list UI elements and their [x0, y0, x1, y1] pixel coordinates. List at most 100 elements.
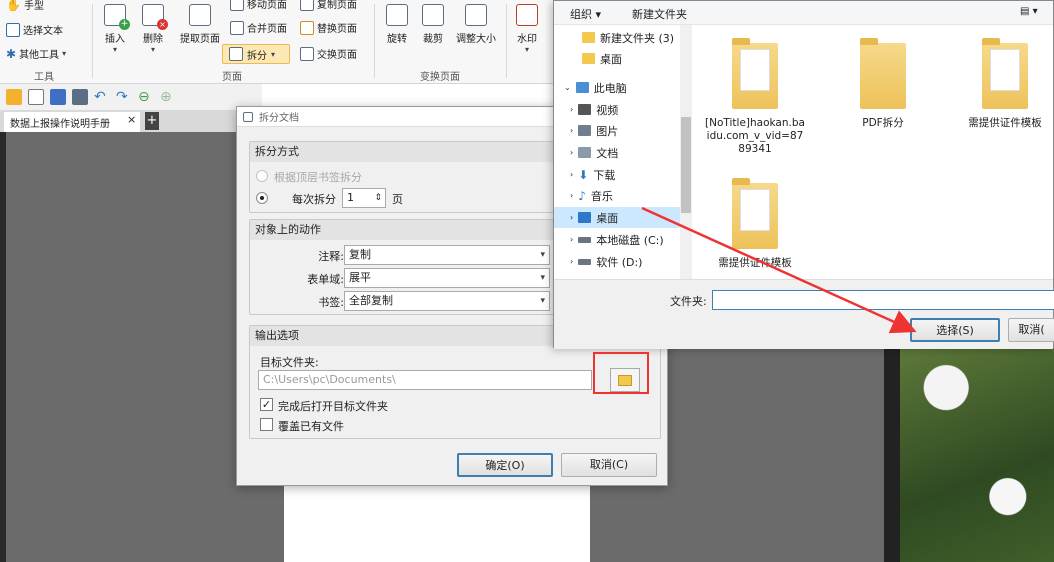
folder-item[interactable]: 需提供证件模板 — [705, 178, 805, 270]
split-button[interactable]: 拆分 ▾ — [222, 44, 290, 64]
organize-menu[interactable]: 组织 ▾ — [570, 6, 601, 22]
nav-item[interactable]: 新建文件夹 (3) — [554, 27, 680, 48]
add-tab-icon[interactable]: + — [145, 112, 159, 130]
resize-button[interactable]: 调整大小 — [452, 4, 500, 45]
view-options-icon[interactable]: ▤ ▾ — [1020, 6, 1038, 17]
insert-page-icon: + — [104, 4, 130, 30]
folder-icon — [582, 53, 595, 64]
nav-item[interactable]: › 文档 — [554, 142, 680, 163]
replace-page-icon — [300, 20, 314, 35]
folder-contents: [NoTitle]haokan.baidu.com_v_vid=8789341 … — [693, 25, 1053, 279]
nav-item[interactable]: › 软件 (D:) — [554, 251, 680, 272]
target-folder-label: 目标文件夹: — [260, 356, 319, 369]
folder-name: 需提供证件模板 — [718, 257, 792, 269]
chevron-right-icon: › — [570, 191, 574, 200]
hand-tool[interactable]: ✋ 手型 — [6, 0, 44, 12]
picture-icon — [578, 125, 592, 136]
move-page-button[interactable]: 移动页面 — [230, 0, 287, 11]
form-field-select[interactable]: 展平 ▾ — [344, 268, 550, 288]
folder-icon — [860, 38, 906, 109]
merge-page-icon — [230, 20, 244, 35]
tools-icon: ✱ — [6, 46, 17, 61]
crop-label: 裁剪 — [423, 34, 443, 45]
copy-page-button[interactable]: 复制页面 — [300, 0, 357, 11]
chevron-down-icon: ▾ — [271, 49, 276, 59]
bookmark-select[interactable]: 全部复制 ▾ — [344, 291, 550, 311]
cancel-button[interactable]: 取消(C) — [561, 453, 657, 477]
rotate-button[interactable]: 旋转 — [378, 4, 416, 45]
rotate-label: 旋转 — [387, 34, 407, 45]
overwrite-checkbox[interactable] — [260, 418, 273, 431]
folder-icon — [582, 32, 595, 43]
nav-item[interactable]: 桌面 — [554, 48, 680, 69]
nav-item[interactable]: › ⬇ 下载 — [554, 164, 680, 185]
dialog-title: 拆分文档 — [259, 113, 299, 124]
ok-button[interactable]: 确定(O) — [457, 453, 553, 477]
folder-item[interactable]: PDF拆分 — [833, 38, 933, 130]
new-file-icon[interactable] — [28, 89, 44, 105]
delete-page-icon: × — [142, 4, 168, 30]
watermark-label: 水印 — [517, 34, 537, 45]
folder-name: 需提供证件模板 — [968, 117, 1042, 129]
group-divider — [92, 4, 93, 78]
close-icon[interactable]: × — [127, 113, 136, 126]
folder-item[interactable]: 需提供证件模板 — [955, 38, 1053, 130]
picker-footer: 文件夹: 选择(S) 取消( — [554, 279, 1054, 349]
print-icon[interactable] — [72, 89, 88, 105]
forward-icon[interactable]: ⊕ — [160, 89, 176, 105]
nav-label: 桌面 — [600, 52, 622, 66]
extract-page-button[interactable]: 提取页面 — [178, 4, 222, 45]
delete-button[interactable]: × 删除 ▾ — [134, 4, 172, 54]
split-label: 拆分 — [247, 50, 267, 62]
cancel-button[interactable]: 取消( — [1008, 318, 1054, 342]
target-folder-value: C:\Users\pc\Documents\ — [263, 373, 396, 386]
resize-icon — [465, 4, 487, 26]
swap-page-label: 交换页面 — [317, 50, 357, 61]
back-icon[interactable]: ⊖ — [138, 89, 154, 105]
merge-page-button[interactable]: 合并页面 — [230, 20, 287, 35]
annotation-select[interactable]: 复制 ▾ — [344, 245, 550, 265]
nav-item[interactable]: › 本地磁盘 (C:) — [554, 229, 680, 250]
picker-toolbar: 组织 ▾ 新建文件夹 ▤ ▾ — [554, 1, 1053, 25]
redo-icon[interactable]: ↷ — [116, 89, 132, 105]
folder-name-input[interactable] — [712, 290, 1054, 310]
document-tab[interactable]: 数据上报操作说明手册 — [4, 112, 140, 132]
undo-icon[interactable]: ↶ — [94, 89, 110, 105]
nav-item[interactable]: › 视频 — [554, 99, 680, 120]
radio-every-split[interactable] — [256, 192, 268, 204]
select-text-tool[interactable]: 选择文本 — [6, 22, 63, 37]
folder-item[interactable]: [NoTitle]haokan.baidu.com_v_vid=8789341 — [705, 38, 805, 156]
save-icon[interactable] — [50, 89, 66, 105]
split-count-stepper[interactable]: 1 ⇕ — [342, 188, 386, 208]
hand-tool-label: 手型 — [23, 1, 44, 12]
replace-page-label: 替换页面 — [317, 24, 357, 35]
open-folder-icon[interactable] — [6, 89, 22, 105]
extract-page-label: 提取页面 — [180, 34, 220, 45]
radio-by-bookmark[interactable] — [256, 170, 268, 182]
chevron-right-icon: › — [570, 170, 574, 179]
watermark-icon — [516, 4, 538, 26]
select-button[interactable]: 选择(S) — [910, 318, 1000, 342]
chevron-down-icon: ▾ — [540, 296, 545, 306]
document-tab-bar: 数据上报操作说明手册 × + — [0, 110, 240, 132]
crop-button[interactable]: 裁剪 — [414, 4, 452, 45]
nav-item-desktop-selected[interactable]: › 桌面 — [554, 207, 680, 228]
nav-item[interactable]: › ♪ 音乐 — [554, 185, 680, 206]
scrollbar-thumb[interactable] — [681, 117, 691, 213]
swap-page-button[interactable]: 交换页面 — [300, 46, 357, 61]
folder-icon — [732, 178, 778, 249]
insert-button[interactable]: + 插入 ▾ — [96, 4, 134, 54]
chevron-right-icon: › — [570, 257, 574, 266]
nav-scrollbar[interactable] — [680, 25, 692, 279]
daisy-photo — [900, 344, 1054, 562]
annotation-value: 复制 — [349, 248, 371, 261]
other-tools-menu[interactable]: ✱ 其他工具 ▾ — [6, 46, 66, 62]
text-cursor-icon — [6, 22, 20, 37]
new-folder-button[interactable]: 新建文件夹 — [632, 6, 687, 22]
target-folder-input[interactable]: C:\Users\pc\Documents\ — [258, 370, 592, 390]
watermark-button[interactable]: 水印 ▾ — [508, 4, 546, 54]
nav-item[interactable]: › 图片 — [554, 120, 680, 141]
replace-page-button[interactable]: 替换页面 — [300, 20, 357, 35]
nav-item[interactable]: ⌄ 此电脑 — [554, 77, 680, 98]
open-after-checkbox[interactable]: ✓ — [260, 398, 273, 411]
